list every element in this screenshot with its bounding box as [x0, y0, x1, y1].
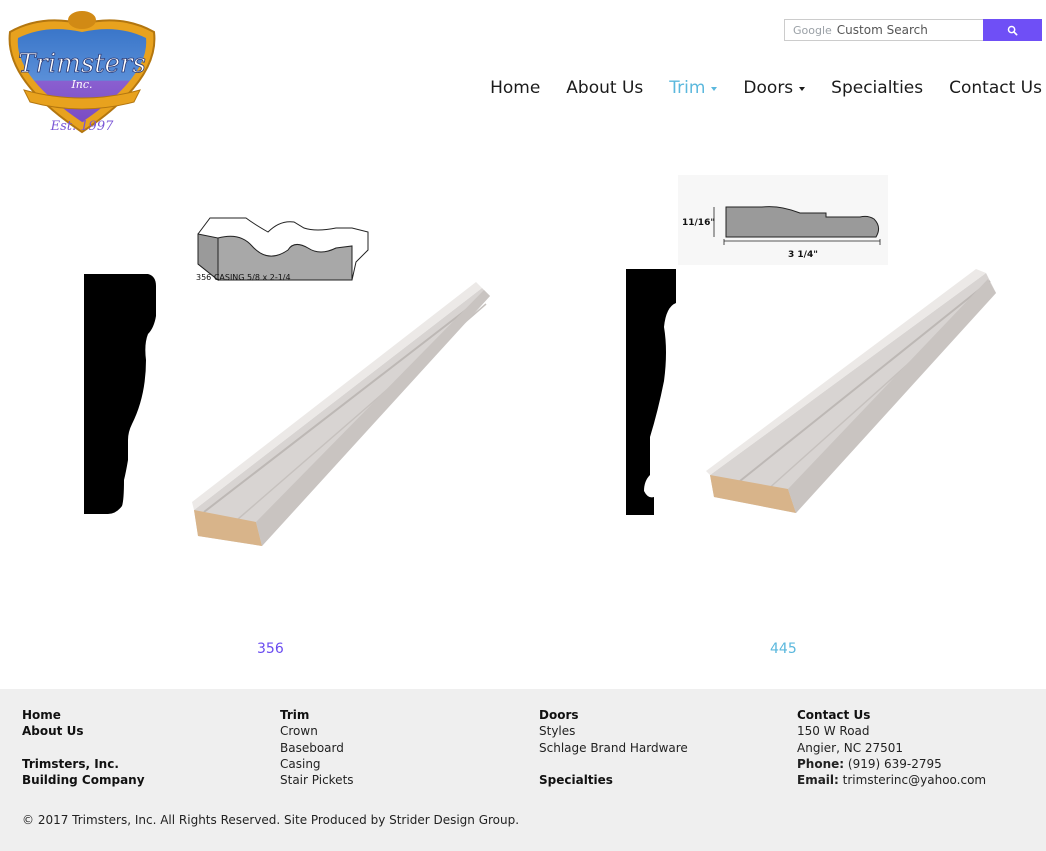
- footer-link-baseboard[interactable]: Baseboard: [280, 740, 354, 756]
- footer-link-crown[interactable]: Crown: [280, 723, 354, 739]
- footer-link-home[interactable]: Home: [22, 707, 145, 723]
- footer-col-trim: Trim Crown Baseboard Casing Stair Picket…: [280, 707, 354, 788]
- search-input[interactable]: Google Custom Search: [784, 19, 983, 41]
- nav-trim[interactable]: Trim: [656, 76, 730, 100]
- casing-profile-diagram: 356 CASING 5/8 x 2-1/4: [196, 217, 369, 282]
- profile-silhouette: [626, 269, 676, 515]
- footer-company-tagline: Building Company: [22, 773, 145, 788]
- dimension-height: 11/16": [682, 218, 715, 228]
- footer-address-city: Angier, NC 27501: [797, 740, 904, 755]
- footer-address-street: 150 W Road: [797, 724, 870, 739]
- moulding-strip-356: [192, 282, 490, 546]
- search-placeholder: Custom Search: [836, 23, 928, 37]
- footer-link-casing[interactable]: Casing: [280, 756, 354, 772]
- footer-email[interactable]: Email: trimsterinc@yahoo.com: [797, 772, 986, 788]
- search-button[interactable]: [983, 19, 1042, 41]
- chevron-down-icon: [799, 87, 806, 91]
- chevron-down-icon: [711, 87, 718, 91]
- footer-col-company: Home About Us Trimsters, Inc. Building C…: [22, 707, 145, 788]
- logo-crest-graphic: Trimsters Inc. Est. 1997: [8, 11, 156, 134]
- footer-col-contact: Contact Us 150 W Road Angier, NC 27501 P…: [797, 707, 986, 788]
- site-logo[interactable]: Trimsters Inc. Est. 1997: [2, 10, 162, 138]
- footer-link-doors[interactable]: Doors: [539, 707, 688, 723]
- logo-established: Est. 1997: [50, 119, 114, 134]
- nav-specialties[interactable]: Specialties: [818, 76, 936, 100]
- nav-home[interactable]: Home: [477, 76, 553, 100]
- product-356-link[interactable]: 356: [257, 641, 284, 657]
- search-icon: [1007, 25, 1018, 35]
- footer-company-name: Trimsters, Inc.: [22, 756, 119, 771]
- moulding-strip-445: [706, 269, 996, 513]
- footer-link-styles[interactable]: Styles: [539, 723, 688, 739]
- footer-link-about[interactable]: About Us: [22, 723, 145, 739]
- footer-link-schlage[interactable]: Schlage Brand Hardware: [539, 740, 688, 756]
- nav-contact-us[interactable]: Contact Us: [936, 76, 1042, 100]
- search-brand: Google: [793, 23, 832, 37]
- footer-link-stair-pickets[interactable]: Stair Pickets: [280, 772, 354, 788]
- footer-phone: Phone: (919) 639-2795: [797, 756, 942, 771]
- profile-silhouette: [84, 274, 156, 514]
- dimension-width: 3 1/4": [788, 250, 818, 260]
- nav-doors[interactable]: Doors: [730, 76, 818, 100]
- footer-link-contact[interactable]: Contact Us: [797, 707, 986, 723]
- casing-caption: 356 CASING 5/8 x 2-1/4: [196, 273, 291, 282]
- copyright-notice: © 2017 Trimsters, Inc. All Rights Reserv…: [22, 813, 520, 827]
- footer-link-specialties[interactable]: Specialties: [539, 772, 688, 788]
- product-445-image[interactable]: 11/16" 3 1/4": [620, 175, 1000, 520]
- main-nav: Home About Us Trim Doors Specialties Con…: [477, 76, 1042, 100]
- footer-link-trim[interactable]: Trim: [280, 707, 354, 723]
- site-footer: Home About Us Trimsters, Inc. Building C…: [0, 689, 1046, 851]
- dimension-diagram-445: 11/16" 3 1/4": [678, 175, 888, 265]
- product-356-image[interactable]: 356 CASING 5/8 x 2-1/4: [80, 210, 500, 550]
- product-445-link[interactable]: 445: [770, 641, 797, 657]
- logo-wordmark: Trimsters: [18, 49, 146, 79]
- logo-sub: Inc.: [70, 78, 92, 91]
- custom-search-form: Google Custom Search: [784, 19, 1042, 41]
- footer-col-doors: Doors Styles Schlage Brand Hardware Spec…: [539, 707, 688, 788]
- nav-about-us[interactable]: About Us: [553, 76, 656, 100]
